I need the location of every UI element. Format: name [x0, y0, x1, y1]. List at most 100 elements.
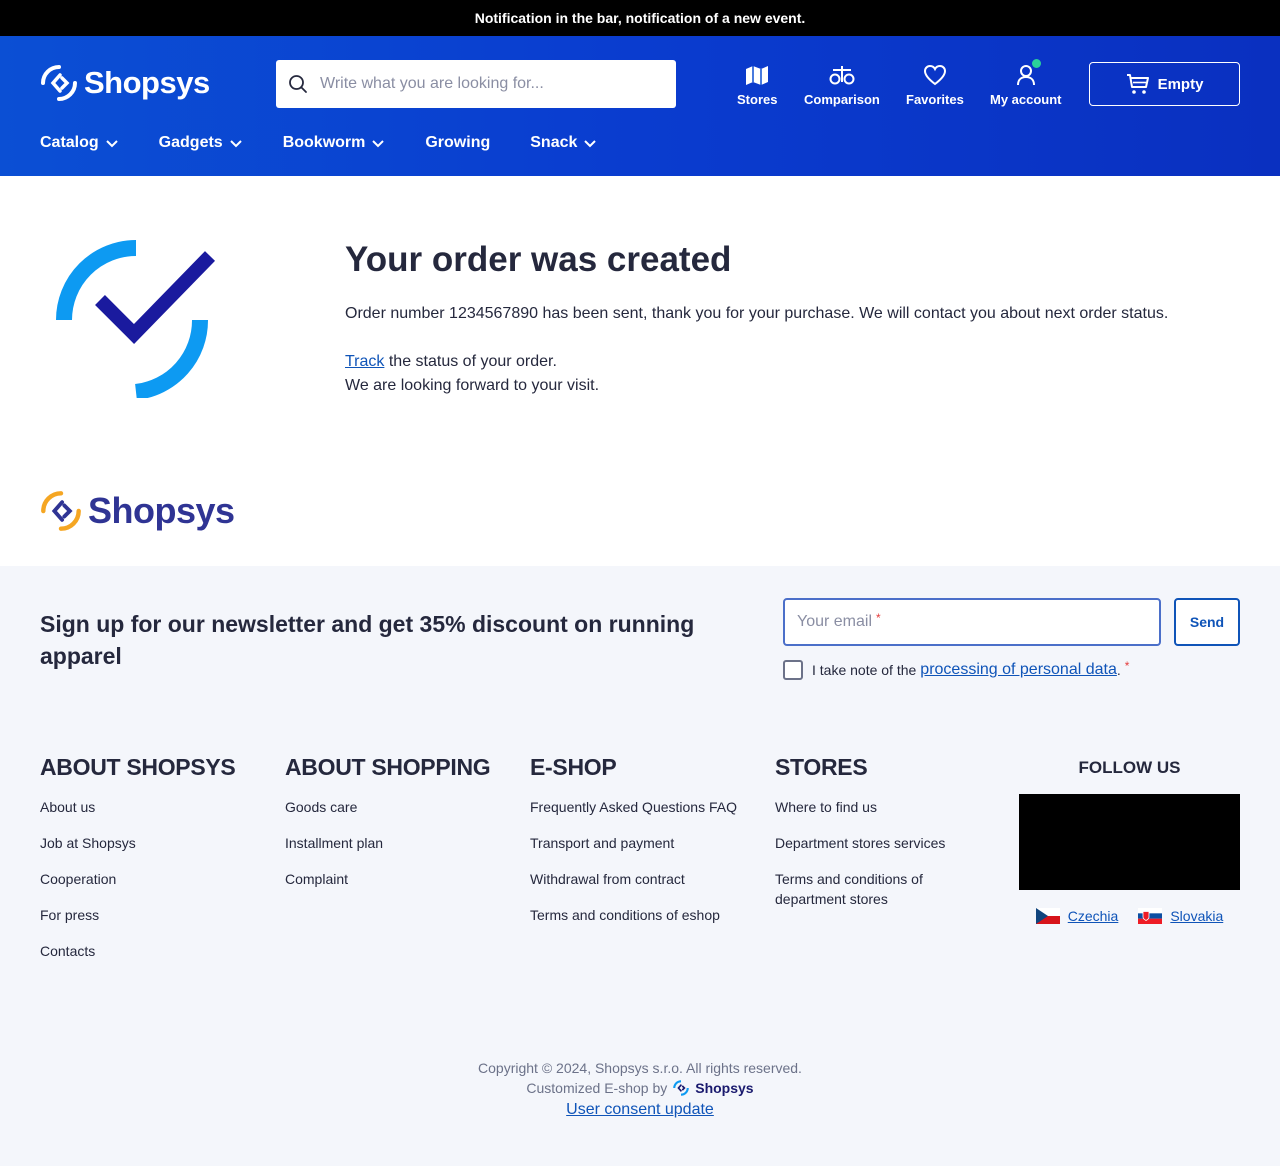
- category-gadgets[interactable]: Gadgets: [159, 134, 243, 152]
- cart-icon: [1126, 74, 1149, 94]
- footer-col-about-shopping: ABOUT SHOPPING Goods care Installment pl…: [285, 754, 491, 905]
- footer-logo[interactable]: Shopsys: [40, 490, 235, 532]
- consent-suffix: .: [1116, 662, 1121, 678]
- comparison-link[interactable]: Comparison: [804, 64, 880, 107]
- account-link[interactable]: My account: [990, 64, 1062, 107]
- track-rest: the status of your order.: [384, 353, 557, 370]
- footer-link[interactable]: Department stores services: [775, 833, 975, 853]
- footer-link[interactable]: Contacts: [40, 941, 235, 961]
- category-label: Bookworm: [282, 134, 366, 151]
- footer-col-stores: STORES Where to find us Department store…: [775, 754, 975, 925]
- footer-link[interactable]: Installment plan: [285, 833, 490, 853]
- footer-link[interactable]: Job at Shopsys: [40, 833, 235, 853]
- newsletter-title: Sign up for our newsletter and get 35% d…: [40, 611, 695, 669]
- column-title: E-SHOP: [530, 754, 617, 780]
- newsletter-email-field[interactable]: Your email *: [783, 598, 1161, 646]
- map-icon: [746, 66, 769, 85]
- footer-link[interactable]: Withdrawal from contract: [530, 869, 737, 889]
- footer-link[interactable]: About us: [40, 797, 235, 817]
- visit-message: We are looking forward to your visit.: [345, 377, 600, 394]
- cart-button[interactable]: Empty: [1089, 62, 1240, 106]
- follow-us: FOLLOW US Czechia Slovakia: [1019, 758, 1240, 924]
- track-link[interactable]: Track: [345, 353, 384, 370]
- column-title: ABOUT SHOPSYS: [40, 754, 236, 780]
- footer-link[interactable]: Transport and payment: [530, 833, 737, 853]
- chevron-down-icon: [584, 140, 597, 148]
- send-label: Send: [1189, 614, 1225, 630]
- comparison-label: Comparison: [804, 92, 880, 107]
- track-line: Track the status of your order.: [345, 350, 1168, 374]
- shopsys-logo-icon: [41, 65, 77, 101]
- country-switcher: Czechia Slovakia: [1019, 908, 1240, 924]
- follow-title: FOLLOW US: [1078, 758, 1181, 777]
- footer-col-eshop: E-SHOP Frequently Asked Questions FAQ Tr…: [530, 754, 737, 941]
- chevron-down-icon: [372, 140, 385, 148]
- made-by-text: Customized E-shop by: [526, 1080, 668, 1096]
- consent-prefix: I take note of the: [812, 662, 917, 678]
- scales-icon: [829, 66, 855, 85]
- footer-link[interactable]: Goods care: [285, 797, 490, 817]
- social-video[interactable]: [1019, 794, 1240, 890]
- footer-link[interactable]: Frequently Asked Questions FAQ: [530, 797, 737, 817]
- search-box[interactable]: [276, 60, 676, 108]
- header-logo[interactable]: Shopsys: [40, 64, 210, 102]
- favorites-label: Favorites: [906, 92, 964, 107]
- notification-text: Notification in the bar, notification of…: [474, 10, 806, 26]
- newsletter-send-button[interactable]: Send: [1174, 598, 1240, 646]
- search-icon: [289, 75, 307, 93]
- site-header: Shopsys Stores Comparison Favorites: [0, 36, 1280, 176]
- search-input[interactable]: [320, 75, 660, 93]
- column-title: STORES: [775, 754, 868, 780]
- made-by: Customized E-shop by Shopsys: [0, 1078, 1280, 1098]
- email-placeholder: Your email: [797, 613, 873, 630]
- slovak-flag-icon: [1138, 908, 1163, 924]
- country-label[interactable]: Czechia: [1068, 908, 1119, 924]
- account-status-dot: [1032, 59, 1041, 68]
- logo-text: Shopsys: [84, 65, 210, 100]
- category-nav: Catalog Gadgets Bookworm Growing Snack: [40, 134, 597, 152]
- shopsys-logo-icon: [41, 491, 81, 531]
- notification-bar: Notification in the bar, notification of…: [0, 0, 1280, 36]
- favorites-link[interactable]: Favorites: [906, 64, 964, 107]
- footer-link[interactable]: Cooperation: [40, 869, 235, 889]
- footer-link[interactable]: Terms and conditions of eshop: [530, 905, 737, 925]
- order-confirmation: Your order was created Order number 1234…: [0, 176, 1280, 466]
- category-label: Catalog: [40, 134, 99, 151]
- stores-label: Stores: [737, 92, 778, 107]
- shopsys-logo-icon: [673, 1080, 690, 1096]
- required-mark: *: [876, 611, 881, 625]
- country-czechia[interactable]: Czechia: [1035, 908, 1119, 924]
- column-title: ABOUT SHOPPING: [285, 754, 491, 780]
- category-snack[interactable]: Snack: [530, 134, 597, 152]
- category-catalog[interactable]: Catalog: [40, 134, 119, 152]
- site-footer: Sign up for our newsletter and get 35% d…: [0, 566, 1280, 1166]
- footer-link[interactable]: Terms and conditions of department store…: [775, 869, 975, 909]
- category-label: Snack: [530, 134, 578, 151]
- success-check-icon: [56, 240, 216, 398]
- cart-label: Empty: [1157, 75, 1204, 93]
- order-message-block: Order number 1234567890 has been sent, t…: [345, 302, 1168, 398]
- category-growing[interactable]: Growing: [425, 134, 490, 152]
- footer-link[interactable]: Where to find us: [775, 797, 975, 817]
- copyright-block: Copyright © 2024, Shopsys s.r.o. All rig…: [0, 1058, 1280, 1120]
- stores-link[interactable]: Stores: [737, 64, 777, 107]
- required-mark: *: [1124, 659, 1130, 673]
- footer-link[interactable]: For press: [40, 905, 235, 925]
- consent-checkbox[interactable]: [783, 660, 803, 680]
- czech-flag-icon: [1035, 908, 1060, 924]
- chevron-down-icon: [229, 140, 242, 148]
- category-label: Growing: [425, 134, 491, 151]
- footer-link[interactable]: Complaint: [285, 869, 490, 889]
- privacy-link[interactable]: processing of personal data: [920, 661, 1117, 679]
- consent-update-link[interactable]: User consent update: [566, 1100, 714, 1120]
- newsletter-consent: I take note of the processing of persona…: [783, 659, 1130, 680]
- order-title: Your order was created: [345, 240, 732, 279]
- category-bookworm[interactable]: Bookworm: [283, 134, 386, 152]
- order-message: Order number 1234567890 has been sent, t…: [345, 305, 1169, 322]
- country-slovakia[interactable]: Slovakia: [1138, 908, 1223, 924]
- category-label: Gadgets: [158, 134, 223, 151]
- heart-icon: [923, 64, 946, 86]
- country-label[interactable]: Slovakia: [1170, 908, 1223, 924]
- account-label: My account: [990, 92, 1062, 107]
- copyright-text: Copyright © 2024, Shopsys s.r.o. All rig…: [478, 1060, 802, 1076]
